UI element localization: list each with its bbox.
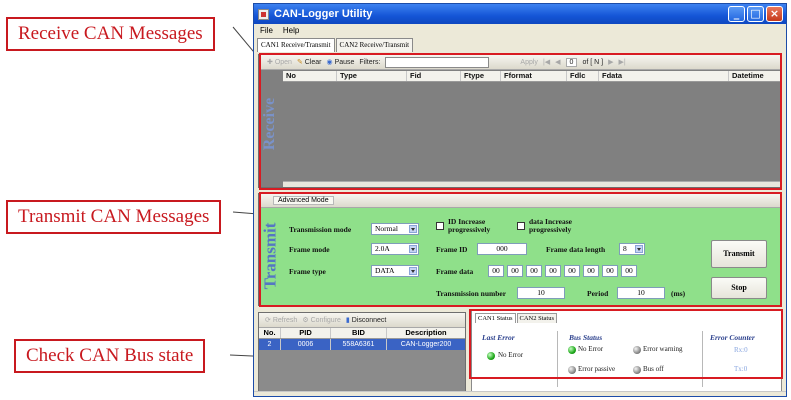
disconnect-label: Disconnect: [351, 317, 387, 324]
device-table-header: No. PID BID Description: [259, 328, 465, 339]
highlight-transmit: [259, 192, 782, 307]
menu-help[interactable]: Help: [283, 26, 299, 36]
col-description[interactable]: Description: [387, 328, 465, 338]
title-bar: CAN-Logger Utility _ □ ×: [254, 4, 786, 24]
col-device-no[interactable]: No.: [259, 328, 281, 338]
device-pid: 0006: [281, 339, 331, 350]
device-panel: ⟳ Refresh ⚙ Configure ▮ Disconnect No. P…: [258, 312, 466, 394]
disconnect-icon: ▮: [345, 317, 350, 324]
window-title: CAN-Logger Utility: [274, 8, 373, 20]
highlight-bus-status: [469, 309, 783, 379]
col-bid[interactable]: BID: [331, 328, 387, 338]
tab-can1[interactable]: CAN1 Receive/Transmit: [257, 38, 335, 52]
configure-label: Configure: [310, 317, 341, 324]
minimize-button[interactable]: _: [728, 6, 745, 22]
app-icon: [258, 8, 269, 20]
disconnect-button[interactable]: ▮ Disconnect: [346, 316, 386, 324]
maximize-button[interactable]: □: [747, 6, 764, 22]
status-bar: [254, 391, 786, 396]
menu-bar: File Help: [254, 24, 786, 38]
col-pid[interactable]: PID: [281, 328, 331, 338]
device-description: CAN-Logger200: [400, 341, 452, 348]
highlight-receive: [259, 53, 782, 190]
tab-can2[interactable]: CAN2 Receive/Transmit: [335, 38, 414, 52]
device-bid: 558A6361: [331, 339, 387, 350]
refresh-label: Refresh: [272, 317, 298, 324]
configure-button[interactable]: ⚙ Configure: [302, 316, 341, 324]
app-window: CAN-Logger Utility _ □ × File Help CAN1 …: [253, 3, 787, 397]
device-no: 2: [259, 339, 281, 350]
channel-tabs: CAN1 Receive/Transmit CAN2 Receive/Trans…: [254, 38, 786, 52]
refresh-button[interactable]: ⟳ Refresh: [265, 316, 297, 324]
close-button[interactable]: ×: [766, 6, 783, 22]
table-row[interactable]: 2 0006 558A6361 CAN-Logger200: [259, 339, 465, 350]
device-toolbar: ⟳ Refresh ⚙ Configure ▮ Disconnect: [259, 313, 465, 328]
menu-file[interactable]: File: [260, 26, 273, 36]
